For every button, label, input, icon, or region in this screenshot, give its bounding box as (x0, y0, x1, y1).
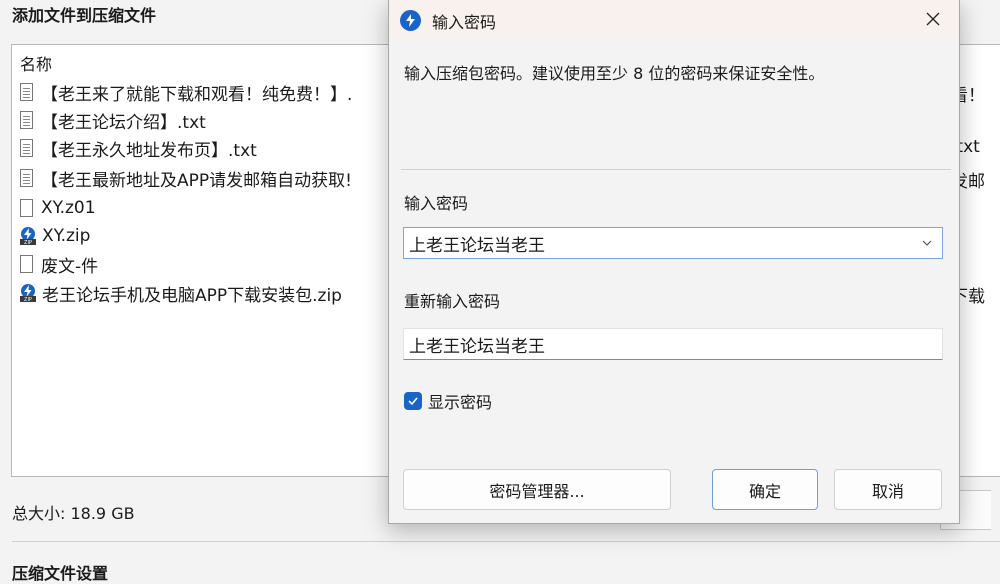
zip-archive-icon: ZIP (18, 226, 38, 246)
password-value: 上老王论坛当老王 (409, 235, 545, 256)
password-label: 输入密码 (404, 194, 469, 213)
cancel-button[interactable]: 取消 (834, 469, 942, 510)
section-divider (12, 541, 1000, 542)
column-header-name[interactable]: 名称 (20, 51, 52, 75)
password-combobox[interactable]: 上老王论坛当老王 (403, 227, 943, 259)
file-name: 老王论坛手机及电脑APP下载安装包.zip (42, 285, 342, 306)
show-password-label: 显示密码 (428, 393, 493, 412)
file-name: 【老王永久地址发布页】.txt (41, 140, 257, 161)
dialog-titlebar[interactable]: 输入密码 (389, 0, 959, 38)
close-button[interactable] (913, 3, 953, 35)
file-name: XY.zip (42, 226, 91, 246)
file-name: 【老王来了就能下载和观看！纯免费！】. (41, 84, 353, 105)
reenter-password-input[interactable]: 上老王论坛当老王 (403, 328, 943, 360)
password-manager-button[interactable]: 密码管理器... (403, 469, 671, 510)
file-list-item[interactable]: 【老王来了就能下载和观看！纯免费！】. (18, 79, 352, 105)
zip-archive-icon: ZIP (18, 283, 38, 303)
blank-file-icon (20, 255, 33, 273)
dialog-title: 输入密码 (432, 13, 497, 32)
dialog-description: 输入压缩包密码。建议使用至少 8 位的密码来保证安全性。 (404, 64, 825, 83)
window-title: 添加文件到压缩文件 (12, 6, 157, 25)
svg-text:ZIP: ZIP (24, 297, 32, 303)
checkbox-checked-icon[interactable] (404, 392, 422, 410)
file-name: 【老王最新地址及APP请发邮箱自动获取! (41, 170, 352, 191)
file-name: 【老王论坛介绍】.txt (41, 112, 206, 133)
app-logo-icon (400, 10, 421, 31)
file-list-item[interactable]: ZIP 老王论坛手机及电脑APP下载安装包.zip (18, 280, 342, 306)
close-icon (926, 12, 940, 26)
text-file-icon (20, 139, 33, 157)
text-file-icon (20, 83, 33, 101)
blank-file-icon (20, 199, 33, 217)
text-file-icon (20, 169, 33, 187)
file-list-item[interactable]: 【老王论坛介绍】.txt (18, 107, 206, 133)
svg-text:ZIP: ZIP (24, 240, 32, 246)
reenter-password-value: 上老王论坛当老王 (409, 336, 545, 357)
file-name: XY.z01 (41, 198, 96, 218)
reenter-password-label: 重新输入密码 (404, 292, 501, 311)
password-dialog: 输入密码 输入压缩包密码。建议使用至少 8 位的密码来保证安全性。 输入密码 上… (388, 0, 960, 524)
dialog-divider (401, 169, 951, 170)
file-list-item[interactable]: XY.z01 (18, 195, 96, 221)
file-name: 废文-件 (41, 256, 99, 277)
file-list-item[interactable]: ZIP XY.zip (18, 223, 90, 249)
text-file-icon (20, 111, 33, 129)
total-size: 总大小: 18.9 GB (12, 504, 135, 523)
show-password-checkbox[interactable]: 显示密码 (404, 389, 492, 413)
ok-button[interactable]: 确定 (712, 469, 818, 510)
file-list-item[interactable]: 【老王永久地址发布页】.txt (18, 135, 257, 161)
chevron-down-icon[interactable] (921, 237, 933, 249)
archive-settings-heading: 压缩文件设置 (12, 564, 109, 583)
file-list-item[interactable]: 废文-件 (18, 251, 98, 277)
file-list-item[interactable]: 【老王最新地址及APP请发邮箱自动获取! (18, 165, 352, 191)
